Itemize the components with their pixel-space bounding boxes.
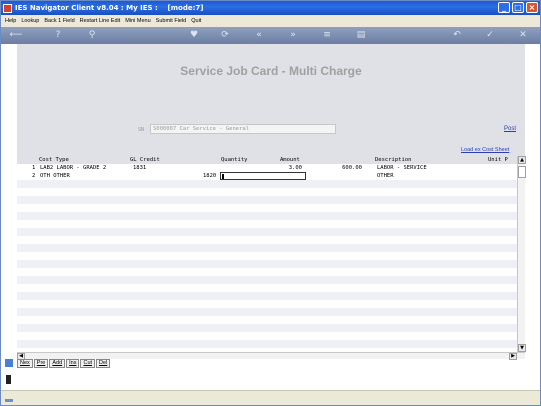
fast-forward-icon[interactable]: »	[286, 30, 300, 41]
title-bar: IES Navigator Client v8.04 : My IES : [m…	[1, 1, 540, 15]
cost-type-cell[interactable]: LAB2 LABOR - GRADE 2	[40, 164, 106, 172]
scroll-thumb[interactable]	[518, 166, 526, 178]
grid-action-bar: Nex Pre Add Ins Cut Del	[17, 359, 111, 368]
gl-credit-cell[interactable]: 1831	[133, 164, 146, 172]
table-row[interactable]	[17, 252, 517, 260]
app-icon	[3, 3, 12, 13]
horizontal-scrollbar[interactable]: ◀ ▶	[17, 352, 525, 360]
row-number: 1	[32, 165, 36, 171]
charge-grid: Cost Type GL Credit Quantity Amount Desc…	[17, 156, 526, 352]
left-strip	[1, 44, 16, 390]
table-row[interactable]	[17, 220, 517, 228]
sync-icon[interactable]	[5, 359, 13, 367]
scroll-up-icon[interactable]: ▲	[518, 156, 526, 164]
menu-bar: Help Lookup Back 1 Field Restart Line Ed…	[1, 15, 540, 26]
maximize-button[interactable]: □	[512, 2, 524, 13]
return-icon[interactable]: ↶	[450, 30, 464, 41]
grid-rows: 1 LAB2 LABOR - GRADE 2 1831 3.00 600.00 …	[17, 164, 517, 350]
menu-submit-field[interactable]: Submit Field	[156, 18, 187, 24]
table-row[interactable]	[17, 268, 517, 276]
vertical-scrollbar[interactable]: ▲ ▼	[517, 156, 526, 352]
menu-icon[interactable]: ≡	[320, 30, 334, 41]
back-arrow-icon[interactable]: ⟵	[9, 30, 23, 41]
column-header-quantity: Quantity	[221, 157, 248, 163]
column-header-amount: Amount	[280, 157, 300, 163]
table-row[interactable]	[17, 236, 517, 244]
text-caret	[222, 174, 224, 179]
table-row[interactable]	[17, 332, 517, 340]
quantity-input[interactable]	[220, 172, 306, 180]
row-number: 2	[32, 173, 36, 179]
check-icon[interactable]: ✓	[483, 30, 497, 41]
status-bar	[1, 390, 540, 405]
description-cell[interactable]: OTHER	[377, 172, 394, 180]
document-icon[interactable]: ▤	[354, 30, 368, 41]
previous-button[interactable]: Pre	[33, 359, 49, 368]
add-button[interactable]: Add	[49, 359, 66, 368]
table-row[interactable]	[17, 196, 517, 204]
next-button[interactable]: Nex	[17, 359, 33, 368]
table-row[interactable]	[17, 308, 517, 316]
menu-quit[interactable]: Quit	[191, 18, 201, 24]
column-header-description: Description	[375, 157, 412, 163]
favorite-heart-icon[interactable]: ♥	[187, 30, 201, 41]
refresh-icon[interactable]: ⟳	[218, 30, 232, 41]
table-row[interactable]	[17, 244, 517, 252]
table-row[interactable]	[17, 204, 517, 212]
table-row[interactable]	[17, 276, 517, 284]
menu-lookup[interactable]: Lookup	[21, 18, 39, 24]
amount-cell[interactable]: 600.00	[307, 164, 362, 172]
table-row[interactable]	[17, 260, 517, 268]
main-content: Service Job Card - Multi Charge SN S0000…	[1, 44, 540, 390]
load-ex-cost-sheet-link[interactable]: Load ex Cost Sheet	[461, 147, 509, 153]
close-icon[interactable]: ✕	[516, 30, 530, 41]
menu-back-1-field[interactable]: Back 1 Field	[44, 18, 74, 24]
table-row[interactable]	[17, 228, 517, 236]
table-row[interactable]	[17, 316, 517, 324]
search-icon[interactable]: ⚲	[85, 30, 99, 41]
quantity-cell[interactable]: 3.00	[227, 164, 302, 172]
table-row[interactable]: 1 LAB2 LABOR - GRADE 2 1831 3.00 600.00 …	[17, 164, 517, 172]
scroll-right-icon[interactable]: ▶	[509, 353, 517, 360]
toolbar: ⟵ ? ⚲ ♥ ⟳ « » ≡ ▤ ↶ ✓ ✕	[1, 27, 540, 44]
menu-help[interactable]: Help	[5, 18, 16, 24]
table-row[interactable]	[17, 180, 517, 188]
window-title: IES Navigator Client v8.04 : My IES : [m…	[15, 4, 204, 12]
close-button[interactable]: ×	[526, 2, 538, 13]
table-row[interactable]	[17, 292, 517, 300]
menu-restart-line-edit[interactable]: Restart Line Edit	[80, 18, 121, 24]
info-icon[interactable]	[6, 375, 11, 384]
rewind-icon[interactable]: «	[252, 30, 266, 41]
table-row[interactable]	[17, 188, 517, 196]
menu-mini-menu[interactable]: Mini Menu	[125, 18, 150, 24]
grid-header: Cost Type GL Credit Quantity Amount Desc…	[17, 156, 517, 164]
help-icon[interactable]: ?	[51, 30, 65, 41]
table-row[interactable]: 2 OTH OTHER 1820 OTHER	[17, 172, 517, 180]
description-cell[interactable]: LABOR - SERVICE	[377, 164, 427, 172]
page-title: Service Job Card - Multi Charge	[180, 64, 362, 78]
status-indicator-icon	[5, 399, 13, 402]
table-row[interactable]	[17, 340, 517, 348]
column-header-gl-credit: GL Credit	[130, 157, 160, 163]
table-row[interactable]	[17, 324, 517, 332]
insert-button[interactable]: Ins	[66, 359, 80, 368]
column-header-cost-type: Cost Type	[39, 157, 69, 163]
table-row[interactable]	[17, 284, 517, 292]
cost-type-cell[interactable]: OTH OTHER	[40, 172, 70, 180]
job-label: SN	[138, 127, 145, 133]
minimize-button[interactable]: _	[498, 2, 510, 13]
table-row[interactable]	[17, 300, 517, 308]
post-link[interactable]: Post	[504, 126, 516, 132]
form-header: Service Job Card - Multi Charge SN S0000…	[17, 44, 525, 156]
column-header-unit-price: Unit P	[488, 157, 508, 163]
table-row[interactable]	[17, 212, 517, 220]
gl-credit-cell[interactable]: 1820	[203, 172, 216, 180]
cut-button[interactable]: Cut	[80, 359, 96, 368]
delete-button[interactable]: Del	[96, 359, 111, 368]
job-card-field[interactable]: S000007 Car Service - General	[150, 124, 336, 134]
scroll-down-icon[interactable]: ▼	[518, 344, 526, 352]
